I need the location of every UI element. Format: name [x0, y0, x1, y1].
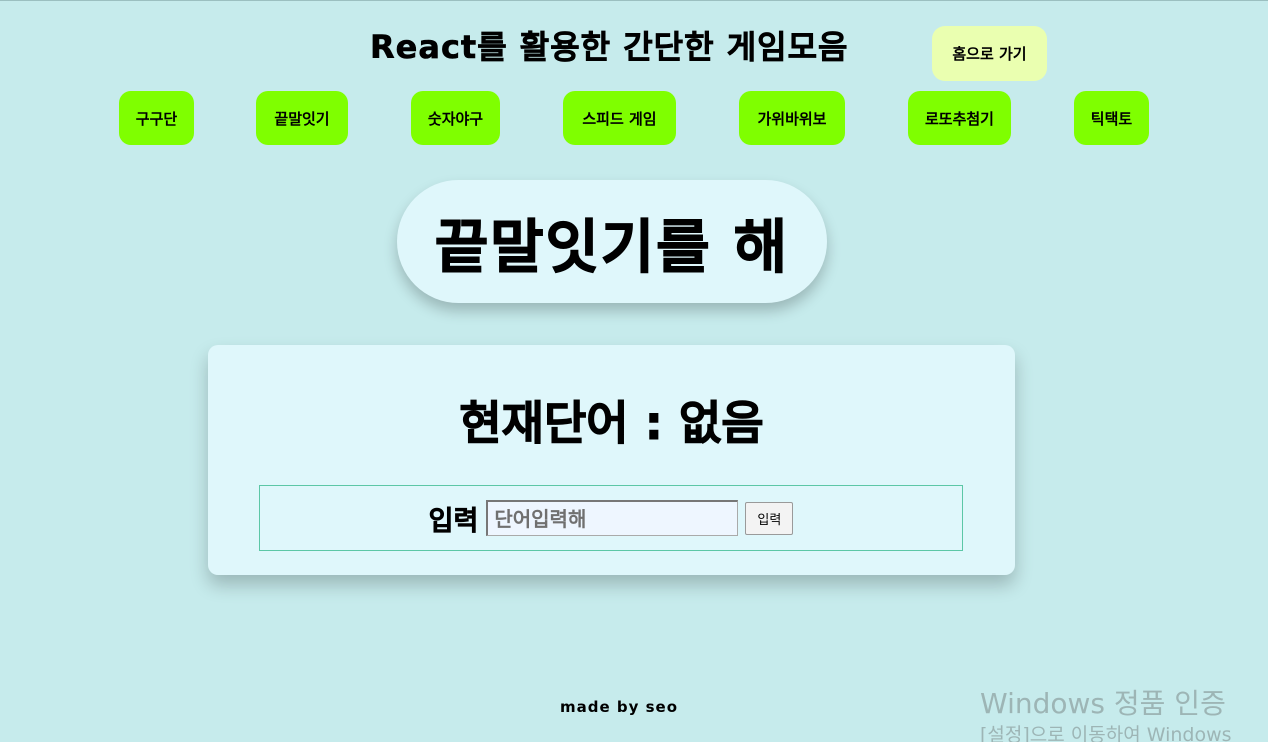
submit-button[interactable]: 입력 — [745, 501, 794, 535]
word-form: 입력 입력 — [259, 485, 963, 551]
word-input[interactable] — [486, 500, 739, 536]
nav-button-tictactoe[interactable]: 틱택토 — [1074, 91, 1149, 145]
windows-activation-title: Windows 정품 인증 — [980, 687, 1226, 720]
nav-button-gugudan[interactable]: 구구단 — [119, 91, 194, 145]
current-word: 현재단어 : 없음 — [459, 396, 764, 451]
nav-button-word-chain[interactable]: 끝말잇기 — [256, 91, 348, 145]
game-heading-banner: 끝말잇기를 해 — [397, 180, 827, 303]
game-heading: 끝말잇기를 해 — [434, 212, 790, 281]
game-card: 현재단어 : 없음 입력 입력 — [208, 345, 1015, 575]
input-label: 입력 — [428, 505, 479, 537]
nav-button-lotto[interactable]: 로또추첨기 — [908, 91, 1011, 145]
nav-button-number-baseball[interactable]: 숫자야구 — [411, 91, 500, 145]
footer-credit: made by seo — [560, 698, 679, 716]
site-title: React를 활용한 간단한 게임모음 — [370, 28, 849, 67]
home-button[interactable]: 홈으로 가기 — [932, 26, 1047, 81]
top-border — [0, 0, 1268, 1]
nav-button-rock-paper-scissors[interactable]: 가위바위보 — [739, 91, 845, 145]
windows-activation-subtitle: [설정]으로 이동하여 Windows — [980, 724, 1232, 742]
nav-button-speed-game[interactable]: 스피드 게임 — [563, 91, 676, 145]
